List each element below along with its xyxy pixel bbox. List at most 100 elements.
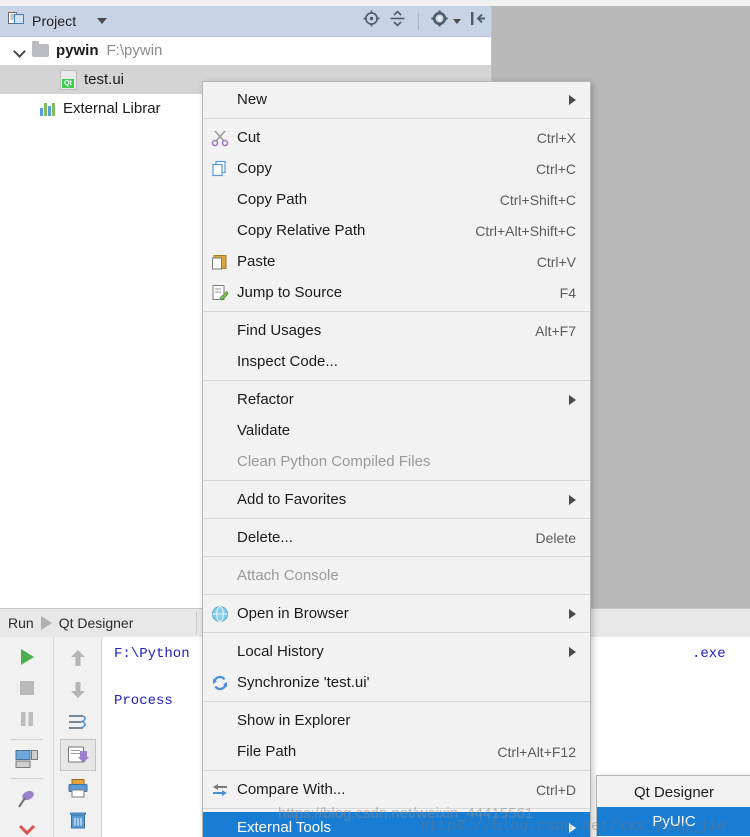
scissors-icon xyxy=(209,128,231,148)
menu-item-inspect-code[interactable]: Inspect Code... xyxy=(203,346,590,377)
menu-item-label: Paste xyxy=(237,253,276,270)
rerun-button[interactable] xyxy=(10,643,44,672)
menu-item-attach-console: Attach Console xyxy=(203,560,590,591)
tree-node-pywin[interactable]: pywin F:\pywin xyxy=(0,36,491,65)
menu-item-open-in-browser[interactable]: Open in Browser xyxy=(203,598,590,629)
menu-item-shortcut: Delete xyxy=(535,529,576,546)
menu-item-shortcut: Ctrl+V xyxy=(536,253,576,270)
menu-item-paste[interactable]: Paste Ctrl+V xyxy=(203,246,590,277)
menu-item-label: Open in Browser xyxy=(237,605,349,622)
submenu-item-qt-designer[interactable]: Qt Designer xyxy=(597,778,750,807)
menu-item-file-path[interactable]: File Path Ctrl+Alt+F12 xyxy=(203,736,590,767)
chevron-down-icon[interactable] xyxy=(453,18,461,24)
menu-item-shortcut: Alt+F7 xyxy=(535,322,576,339)
restore-layout-button[interactable] xyxy=(10,745,44,774)
submenu-item-pyuic[interactable]: PyUIC xyxy=(597,807,750,836)
run-tab-label: Run xyxy=(8,615,34,631)
menu-item-shortcut: Ctrl+X xyxy=(536,129,576,146)
menu-item-label: Attach Console xyxy=(237,567,339,584)
menu-item-label: Synchronize 'test.ui' xyxy=(237,674,370,691)
menu-item-label: Jump to Source xyxy=(237,284,343,301)
clear-all-button[interactable] xyxy=(61,805,95,835)
menu-item-refactor[interactable]: Refactor xyxy=(203,384,590,415)
globe-icon xyxy=(209,604,231,624)
toolbar-divider xyxy=(10,738,43,740)
submenu-arrow-icon xyxy=(569,494,576,505)
menu-item-cut[interactable]: Cut Ctrl+X xyxy=(203,122,590,153)
menu-item-label: New xyxy=(237,91,268,108)
menu-item-label: Validate xyxy=(237,422,291,439)
pin-tab-button[interactable] xyxy=(10,784,44,813)
menu-item-shortcut: Ctrl+Alt+F12 xyxy=(497,743,576,760)
menu-item-shortcut: Ctrl+D xyxy=(535,781,576,798)
menu-item-label: Compare With... xyxy=(237,781,346,798)
menu-item-label: Show in Explorer xyxy=(237,712,351,729)
copy-icon xyxy=(209,159,231,179)
tree-node-path: F:\pywin xyxy=(106,42,163,59)
menu-separator xyxy=(203,311,590,312)
menu-separator xyxy=(203,518,590,519)
play-triangle-icon xyxy=(40,616,52,630)
pause-button[interactable] xyxy=(10,705,44,734)
menu-item-label: Inspect Code... xyxy=(237,353,338,370)
menu-item-jump-to-source[interactable]: Jump to Source F4 xyxy=(203,277,590,308)
menu-item-clean-python-compiled-files: Clean Python Compiled Files xyxy=(203,446,590,477)
project-panel-title: Project xyxy=(32,13,77,29)
folder-icon xyxy=(32,41,49,57)
menu-item-shortcut: Ctrl+Shift+C xyxy=(499,191,576,208)
submenu-arrow-icon xyxy=(569,394,576,405)
print-button[interactable] xyxy=(61,773,95,803)
tab-run-qt-designer[interactable]: Run Qt Designer xyxy=(8,609,143,637)
gear-icon[interactable] xyxy=(431,10,448,32)
submenu-arrow-icon xyxy=(569,822,576,833)
collapse-all-icon[interactable] xyxy=(389,10,406,32)
menu-item-delete[interactable]: Delete... Delete xyxy=(203,522,590,553)
qt-ui-file-icon xyxy=(60,69,77,90)
hide-panel-icon[interactable] xyxy=(470,10,487,32)
scroll-to-end-button[interactable] xyxy=(59,739,96,771)
crosshair-target-icon[interactable] xyxy=(363,10,380,32)
tree-node-label: pywin xyxy=(56,42,99,59)
menu-item-local-history[interactable]: Local History xyxy=(203,636,590,667)
submenu-arrow-icon xyxy=(569,646,576,657)
menu-item-new[interactable]: New xyxy=(203,84,590,115)
compare-icon xyxy=(209,780,231,800)
soft-wrap-button[interactable] xyxy=(61,707,95,737)
menu-separator xyxy=(203,118,590,119)
paste-icon xyxy=(209,252,231,272)
menu-item-shortcut: F4 xyxy=(559,284,576,301)
menu-item-copy-relative-path[interactable]: Copy Relative Path Ctrl+Alt+Shift+C xyxy=(203,215,590,246)
chevron-down-icon[interactable] xyxy=(97,18,108,24)
toolbar-divider xyxy=(418,12,419,30)
external-tools-submenu: Qt Designer PyUIC xyxy=(596,775,750,837)
menu-item-copy-path[interactable]: Copy Path Ctrl+Shift+C xyxy=(203,184,590,215)
menu-separator xyxy=(203,770,590,771)
chevron-down-icon[interactable] xyxy=(12,43,28,59)
menu-item-label: Copy xyxy=(237,160,273,177)
menu-item-label: Find Usages xyxy=(237,322,322,339)
console-line-1: F:\Python xyxy=(114,646,190,662)
console-line-1-tail: .exe xyxy=(692,646,726,662)
menu-item-find-usages[interactable]: Find Usages Alt+F7 xyxy=(203,315,590,346)
submenu-item-label: Qt Designer xyxy=(633,784,715,801)
console-line-2: Process xyxy=(114,693,182,709)
menu-item-show-in-explorer[interactable]: Show in Explorer xyxy=(203,705,590,736)
menu-item-external-tools[interactable]: External Tools xyxy=(203,812,590,837)
menu-item-add-to-favorites[interactable]: Add to Favorites xyxy=(203,484,590,515)
menu-item-label: Delete... xyxy=(237,529,293,546)
menu-separator xyxy=(203,632,590,633)
menu-item-copy[interactable]: Copy Ctrl+C xyxy=(203,153,590,184)
menu-item-label: Copy Path xyxy=(237,191,308,208)
prev-occurrence-button[interactable] xyxy=(61,643,95,673)
next-occurrence-button[interactable] xyxy=(61,675,95,705)
stop-button[interactable] xyxy=(10,674,44,703)
external-libraries-icon xyxy=(40,102,56,116)
menu-item-label: Local History xyxy=(237,643,324,660)
menu-item-shortcut: Ctrl+Alt+Shift+C xyxy=(475,222,576,239)
menu-item-compare-with[interactable]: Compare With... Ctrl+D xyxy=(203,774,590,805)
menu-item-synchronize[interactable]: Synchronize 'test.ui' xyxy=(203,667,590,698)
chevron-double-down-icon[interactable] xyxy=(10,815,44,837)
context-menu: New Cut Ctrl+X Copy Ctrl+C Copy Path Ctr… xyxy=(202,81,591,837)
submenu-item-label: PyUIC xyxy=(652,813,696,830)
menu-item-validate[interactable]: Validate xyxy=(203,415,590,446)
